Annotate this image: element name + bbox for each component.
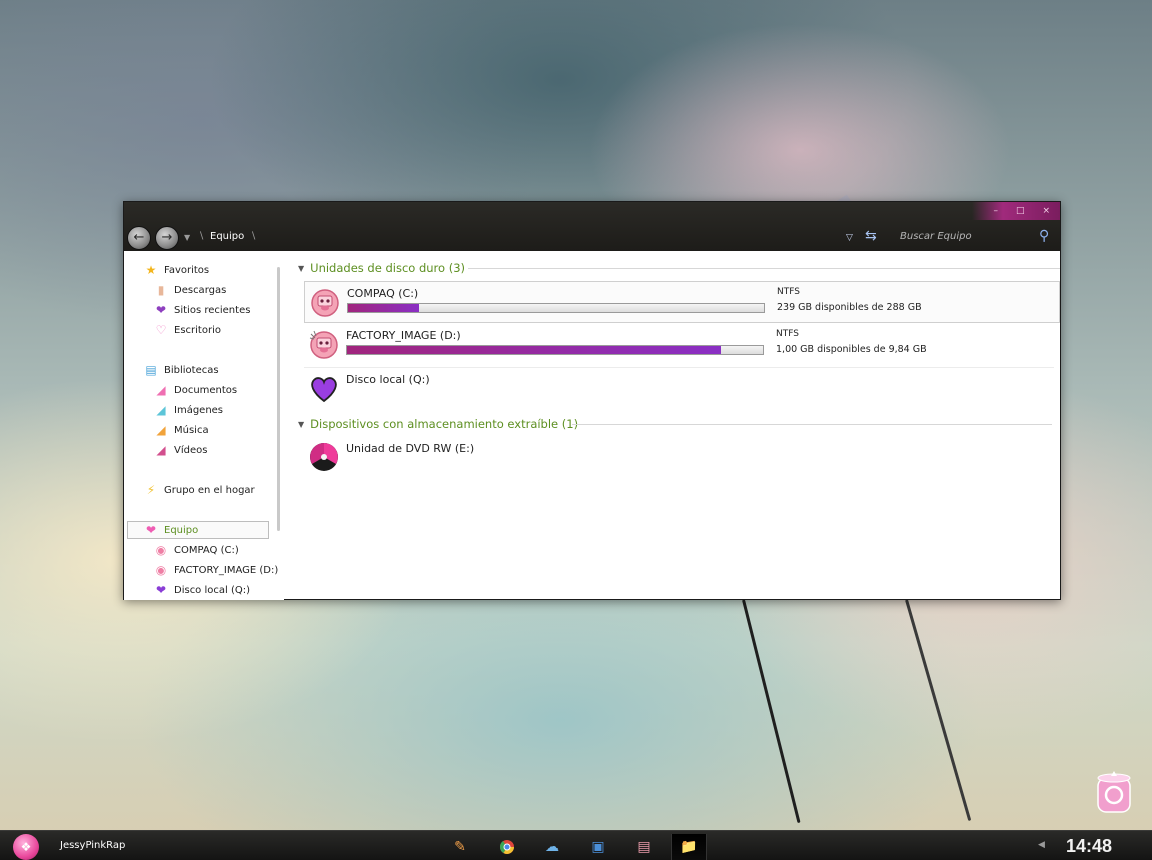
drive-item-q[interactable]: Disco local (Q:) xyxy=(304,368,1060,410)
sidebar-item-drive-q[interactable]: ❤ Disco local (Q:) xyxy=(154,581,250,599)
content-pane: ▼ Unidades de disco duro (3) COMPAQ (C:)… xyxy=(284,251,1060,600)
drive-name: FACTORY_IMAGE (D:) xyxy=(346,329,461,342)
desktop-icon: ♡ xyxy=(155,323,167,337)
breadcrumb-separator-icon: ∖ xyxy=(198,231,205,242)
music-icon: ◢ xyxy=(156,423,166,437)
background-stem xyxy=(742,599,801,824)
sidebar-item-documents[interactable]: ◢ Documentos xyxy=(154,381,237,399)
star-icon: ★ xyxy=(145,263,157,277)
breadcrumb-separator-icon: ∖ xyxy=(250,231,257,242)
taskbar-app-folder[interactable]: ✎ xyxy=(442,834,478,860)
drive-filesystem: NTFS xyxy=(777,287,800,297)
pig-drive-icon xyxy=(309,330,338,359)
drive-name: COMPAQ (C:) xyxy=(347,287,419,300)
clock[interactable]: 14:48 xyxy=(1066,836,1112,857)
background-stem xyxy=(905,599,972,822)
username-label: JessyPinkRap xyxy=(60,840,126,851)
documents-icon: ◢ xyxy=(156,383,166,397)
downloads-folder-icon: ▮ xyxy=(157,283,165,297)
sidebar-scrollbar[interactable] xyxy=(277,267,280,531)
refresh-icon[interactable]: ⇆ xyxy=(865,228,877,244)
drive-name: Disco local (Q:) xyxy=(346,373,430,386)
group-hard-drives[interactable]: ▼ Unidades de disco duro (3) xyxy=(298,261,465,275)
close-button[interactable]: × xyxy=(1042,206,1050,216)
navigation-pane: ★ Favoritos ▮ Descargas ❤ Sitios recient… xyxy=(124,251,284,600)
group-divider xyxy=(572,424,1052,425)
explorer-window: – □ × ← → ▼ ∖ Equipo ∖ ▽ ⇆ Buscar Equipo… xyxy=(123,201,1061,600)
windows-logo-icon: ❖ xyxy=(20,840,32,854)
drive-free-space: 1,00 GB disponibles de 9,84 GB xyxy=(776,344,927,355)
collapse-arrow-icon[interactable]: ▼ xyxy=(298,420,304,429)
sidebar-item-music[interactable]: ◢ Música xyxy=(154,421,208,439)
libraries-icon: ▤ xyxy=(145,363,157,377)
pictures-icon: ◢ xyxy=(156,403,166,417)
videos-icon: ◢ xyxy=(156,443,166,457)
sidebar-libraries[interactable]: ▤ Bibliotecas xyxy=(144,361,218,379)
forward-button[interactable]: → xyxy=(155,226,179,250)
purple-heart-icon: ❤ xyxy=(155,583,167,597)
start-button[interactable]: ❖ xyxy=(13,834,39,860)
usage-fill xyxy=(348,304,419,312)
drive-item-d[interactable]: FACTORY_IMAGE (D:) NTFS 1,00 GB disponib… xyxy=(304,324,1060,366)
breadcrumb[interactable]: Equipo xyxy=(210,231,244,242)
sidebar-item-drive-c[interactable]: ◉ COMPAQ (C:) xyxy=(154,541,239,559)
taskbar-app-network[interactable]: ☁ xyxy=(534,834,570,860)
taskbar-app-explorer[interactable]: 📁 xyxy=(671,834,707,860)
tray-expand-icon[interactable]: ◀ xyxy=(1038,840,1045,850)
back-button[interactable]: ← xyxy=(127,226,151,250)
group-removable[interactable]: ▼ Dispositivos con almacenamiento extraí… xyxy=(298,417,578,431)
drive-usage-bar xyxy=(346,345,764,355)
sidebar-item-videos[interactable]: ◢ Vídeos xyxy=(154,441,207,459)
minimize-button[interactable]: – xyxy=(993,206,998,216)
purple-heart-icon xyxy=(311,377,337,403)
homegroup-icon: ⚡ xyxy=(146,483,156,497)
sidebar-item-downloads[interactable]: ▮ Descargas xyxy=(154,281,227,299)
drive-usage-bar xyxy=(347,303,765,313)
address-dropdown-icon[interactable]: ▽ xyxy=(846,233,853,243)
taskbar: ❖ JessyPinkRap ✎ ☁ ▣ ▤ 📁 ◀ 14:48 xyxy=(0,830,1152,860)
drive-name: Unidad de DVD RW (E:) xyxy=(346,442,475,455)
sidebar-item-drive-d[interactable]: ◉ FACTORY_IMAGE (D:) xyxy=(154,561,279,579)
dvd-drive-icon xyxy=(310,443,338,471)
sidebar-homegroup[interactable]: ⚡ Grupo en el hogar xyxy=(144,481,255,499)
collapse-arrow-icon[interactable]: ▼ xyxy=(298,264,304,273)
taskbar-app-chrome[interactable] xyxy=(489,834,525,860)
group-divider xyxy=(468,268,1060,269)
drive-pig-icon: ◉ xyxy=(155,543,167,557)
sidebar-item-pictures[interactable]: ◢ Imágenes xyxy=(154,401,223,419)
history-dropdown-icon[interactable]: ▼ xyxy=(184,233,190,242)
sidebar-item-desktop[interactable]: ♡ Escritorio xyxy=(154,321,221,339)
taskbar-app-photoshop[interactable]: ▣ xyxy=(580,834,616,860)
chrome-icon xyxy=(499,840,514,854)
sidebar-favorites[interactable]: ★ Favoritos xyxy=(144,261,210,279)
usage-fill xyxy=(347,346,722,354)
search-icon[interactable]: ⚲ xyxy=(1039,228,1049,244)
pig-drive-icon xyxy=(311,289,339,317)
taskbar-app-notes[interactable]: ▤ xyxy=(626,834,662,860)
recycle-bin-icon[interactable] xyxy=(1094,768,1134,814)
sidebar-item-recent[interactable]: ❤ Sitios recientes xyxy=(154,301,250,319)
search-input[interactable]: Buscar Equipo xyxy=(900,231,972,242)
drive-free-space: 239 GB disponibles de 288 GB xyxy=(777,302,922,313)
recent-places-icon: ❤ xyxy=(155,303,167,317)
maximize-button[interactable]: □ xyxy=(1016,206,1025,216)
titlebar: – □ × ← → ▼ ∖ Equipo ∖ ▽ ⇆ Buscar Equipo… xyxy=(124,202,1060,251)
drive-item-e[interactable]: Unidad de DVD RW (E:) xyxy=(304,437,1060,479)
drive-pig-icon: ◉ xyxy=(155,563,167,577)
window-controls: – □ × xyxy=(972,202,1060,220)
drive-filesystem: NTFS xyxy=(776,329,799,339)
sidebar-computer[interactable]: ❤ Equipo xyxy=(127,521,269,539)
drive-item-c[interactable]: COMPAQ (C:) NTFS 239 GB disponibles de 2… xyxy=(304,281,1060,323)
computer-heart-icon: ❤ xyxy=(145,523,157,537)
